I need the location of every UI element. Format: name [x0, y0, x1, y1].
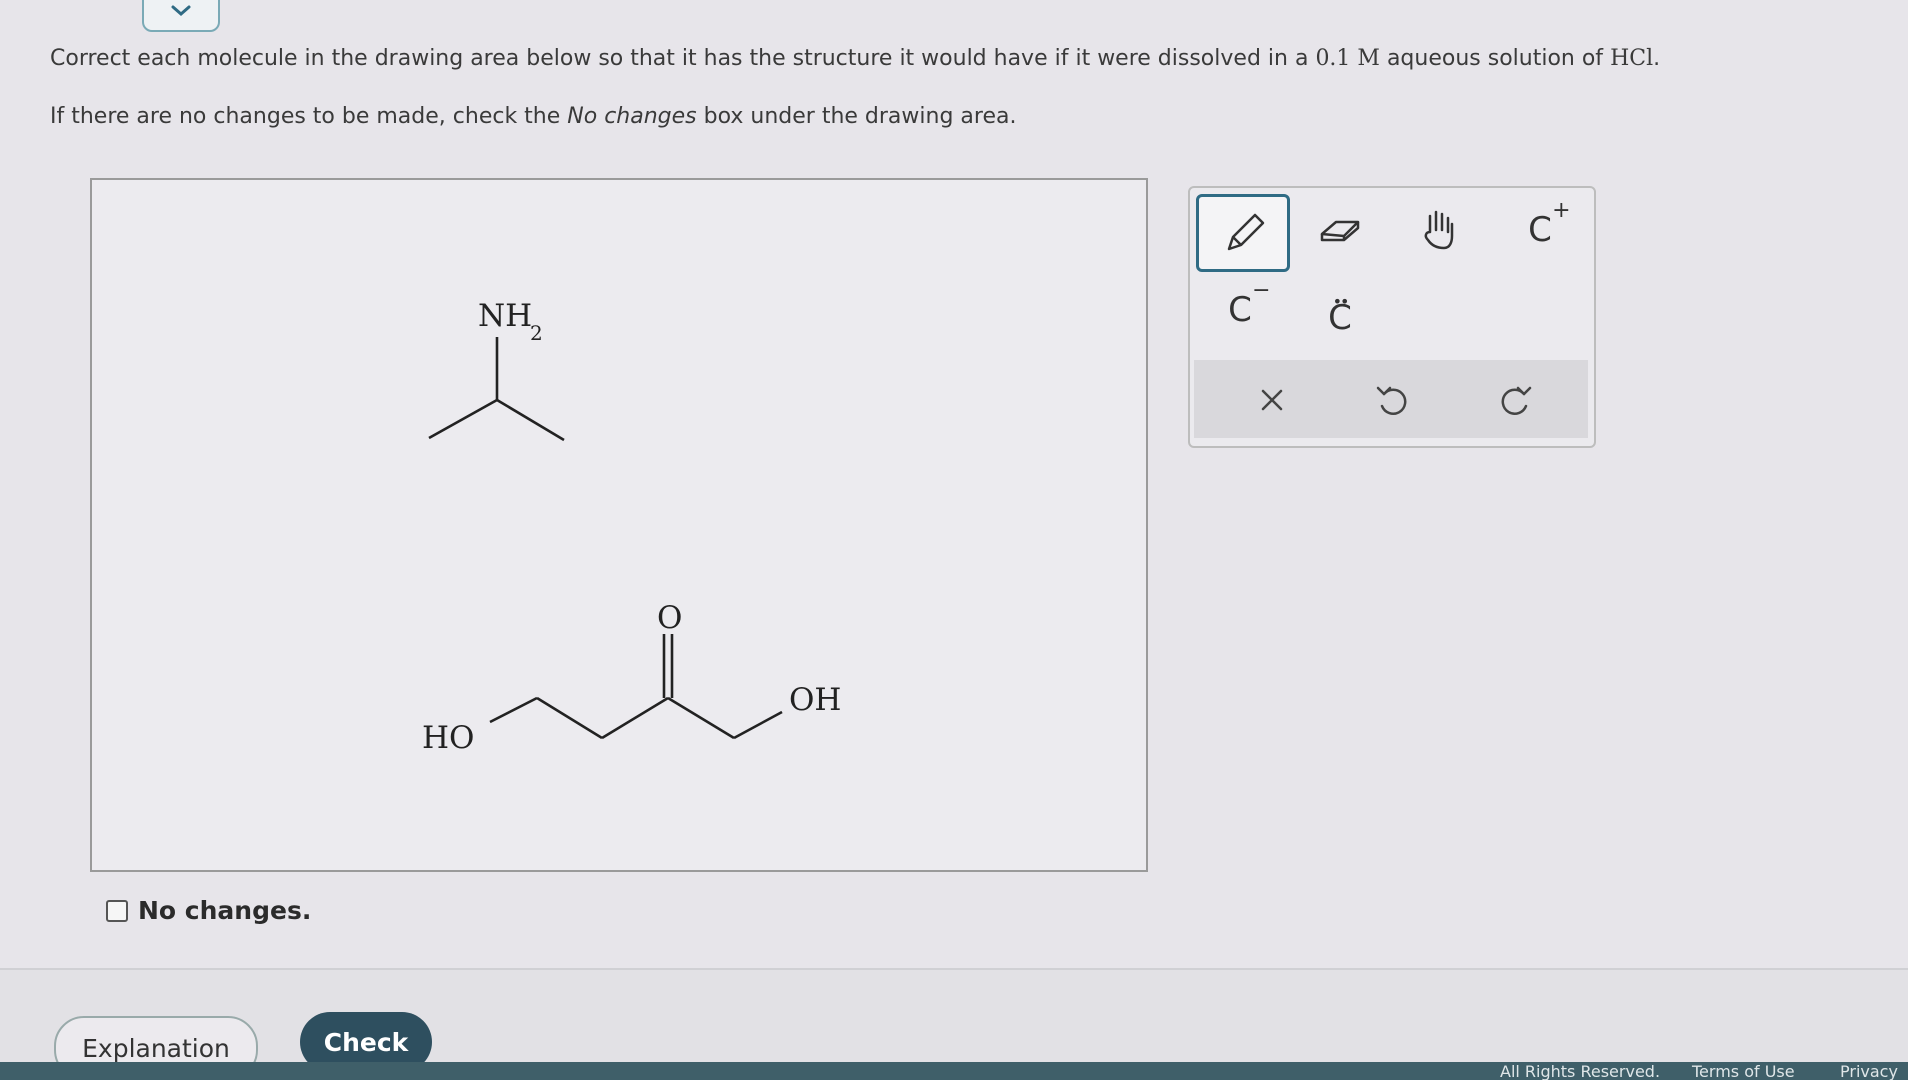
pencil-tool[interactable] — [1196, 194, 1290, 272]
eraser-icon — [1320, 220, 1360, 242]
bond-c4-oh[interactable] — [733, 710, 783, 740]
chevron-down-icon — [171, 5, 191, 16]
eraser-tool[interactable] — [1296, 194, 1384, 266]
undo-icon — [1376, 386, 1407, 415]
undo-button[interactable] — [1348, 364, 1436, 436]
no-changes-checkbox[interactable] — [106, 899, 128, 922]
anion-label: C − — [1228, 278, 1271, 330]
lone-pair-tool[interactable]: •• C — [1296, 274, 1384, 346]
hand-tool[interactable] — [1396, 194, 1484, 266]
molecule-isopropylamine[interactable]: NH 2 — [428, 298, 565, 442]
atom-oh[interactable]: OH — [789, 682, 841, 718]
no-changes-option[interactable]: No changes. — [106, 896, 311, 925]
lone-pair-label: •• C — [1328, 292, 1352, 338]
cation-label: C + — [1528, 198, 1571, 250]
atom-nh-subscript: 2 — [530, 321, 543, 345]
molecule-canvas[interactable]: NH 2 O OH HO — [92, 180, 1146, 870]
pencil-icon — [1227, 213, 1265, 251]
no-changes-emphasis: No changes — [567, 104, 697, 129]
bond-c-c-right[interactable] — [496, 398, 565, 442]
instruction-line-2: If there are no changes to be made, chec… — [50, 104, 1017, 129]
rights-text: All Rights Reserved. — [1500, 1062, 1661, 1080]
drawing-area[interactable]: NH 2 O OH HO — [90, 178, 1148, 872]
bond-ho-c1[interactable] — [489, 696, 538, 724]
collapse-tab[interactable] — [142, 0, 220, 32]
cation-tool[interactable]: C + — [1496, 194, 1584, 266]
anion-tool[interactable]: C − — [1196, 274, 1284, 346]
acid-formula: HCl — [1610, 46, 1654, 71]
bond-c1-c2[interactable] — [536, 696, 603, 740]
action-strip — [1194, 360, 1588, 438]
clear-button[interactable] — [1228, 364, 1316, 436]
bond-c2-c3[interactable] — [601, 696, 669, 740]
page: Correct each molecule in the drawing are… — [0, 0, 1908, 1080]
privacy-link[interactable]: Privacy — [1840, 1062, 1898, 1080]
concentration: 0.1 M — [1315, 46, 1380, 71]
bond-c-c-left[interactable] — [428, 398, 498, 440]
legal-bar: All Rights Reserved. Terms of Use Privac… — [0, 1062, 1908, 1080]
atom-nh[interactable]: NH — [478, 298, 532, 334]
instructions: Correct each molecule in the drawing are… — [50, 44, 1870, 160]
hand-icon — [1424, 210, 1454, 250]
redo-button[interactable] — [1472, 364, 1560, 436]
atom-ho[interactable]: HO — [422, 720, 474, 756]
atom-carbonyl-o[interactable]: O — [657, 600, 682, 636]
instruction-line-1: Correct each molecule in the drawing are… — [50, 46, 1661, 71]
molecule-hydroxy-ketone[interactable]: O OH HO — [422, 600, 841, 756]
drawing-toolbar: C + C − •• C — [1188, 186, 1596, 448]
x-icon — [1261, 389, 1283, 411]
terms-link[interactable]: Terms of Use — [1692, 1062, 1795, 1080]
no-changes-label: No changes. — [138, 896, 312, 925]
redo-icon — [1501, 386, 1532, 415]
bond-c3-c4[interactable] — [667, 696, 735, 740]
